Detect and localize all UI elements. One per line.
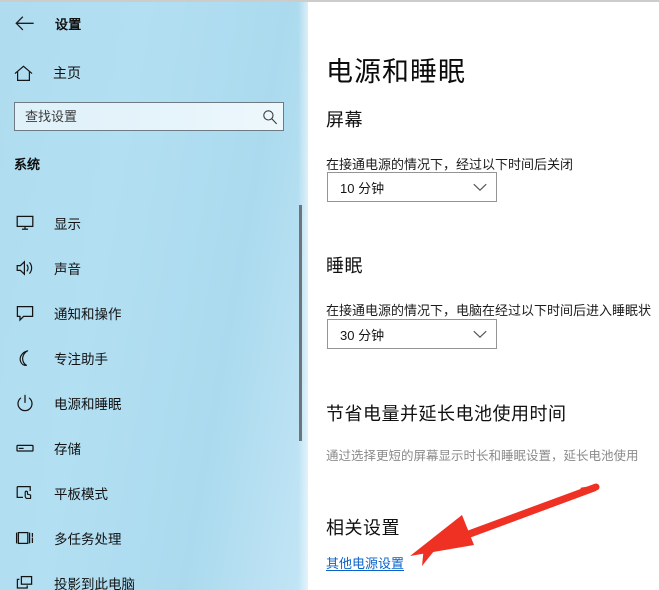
sidebar-scrollbar-thumb[interactable] bbox=[299, 205, 302, 441]
project-to-pc-icon bbox=[12, 571, 38, 590]
sidebar-header: 设置 bbox=[10, 9, 82, 37]
sidebar-item-focus-assist[interactable]: 专注助手 bbox=[0, 335, 296, 380]
speaker-icon bbox=[12, 256, 38, 280]
sidebar-item-multitasking[interactable]: 多任务处理 bbox=[0, 515, 296, 560]
screen-section-description: 在接通电源的情况下，经过以下时间后关闭 bbox=[326, 157, 574, 172]
sidebar-item-sound-label: 声音 bbox=[54, 261, 81, 277]
page-title: 电源和睡眠 bbox=[326, 57, 466, 87]
chevron-down-icon bbox=[473, 330, 487, 339]
battery-section-description: 通过选择更短的屏幕显示时长和睡眠设置，延长电池使用 bbox=[326, 449, 639, 463]
sidebar-item-tablet-mode-label: 平板模式 bbox=[54, 486, 108, 502]
sidebar-item-home-label: 主页 bbox=[53, 65, 81, 81]
settings-window: 设置 主页 系统 bbox=[0, 0, 659, 590]
battery-section-heading: 节省电量并延长电池使用时间 bbox=[326, 404, 567, 424]
sidebar-item-notifications-label: 通知和操作 bbox=[54, 306, 122, 322]
sidebar-item-power-sleep-label: 电源和睡眠 bbox=[54, 396, 122, 412]
sidebar-item-notifications[interactable]: 通知和操作 bbox=[0, 290, 296, 335]
sidebar-item-display-label: 显示 bbox=[54, 216, 81, 232]
chevron-down-icon bbox=[473, 183, 487, 192]
monitor-icon bbox=[12, 211, 38, 235]
screen-section-heading: 屏幕 bbox=[326, 110, 363, 130]
sidebar-group-title: 系统 bbox=[14, 157, 41, 172]
app-title: 设置 bbox=[55, 16, 82, 32]
search-icon[interactable] bbox=[257, 103, 283, 130]
related-section-heading: 相关设置 bbox=[326, 518, 400, 538]
multitasking-icon bbox=[12, 526, 38, 550]
sleep-timeout-dropdown[interactable]: 30 分钟 bbox=[327, 319, 497, 349]
sidebar-item-project-to-pc[interactable]: 投影到此电脑 bbox=[0, 560, 296, 590]
screen-timeout-value: 10 分钟 bbox=[340, 180, 385, 196]
sidebar-nav-list: 显示 声音 通知和操作 专注助手 电源和睡眠 存储 平板模式 多任务处理 投影到… bbox=[0, 200, 296, 590]
back-arrow-icon bbox=[14, 15, 34, 30]
search-box[interactable] bbox=[14, 102, 284, 131]
power-icon bbox=[12, 391, 38, 415]
search-input[interactable] bbox=[15, 103, 257, 130]
moon-icon bbox=[12, 346, 38, 370]
sidebar-item-sound[interactable]: 声音 bbox=[0, 245, 296, 290]
other-power-settings-link[interactable]: 其他电源设置 bbox=[326, 553, 404, 572]
tablet-mode-icon bbox=[12, 481, 38, 505]
screen-timeout-dropdown[interactable]: 10 分钟 bbox=[327, 172, 497, 202]
sidebar-item-storage[interactable]: 存储 bbox=[0, 425, 296, 470]
sidebar-item-multitasking-label: 多任务处理 bbox=[54, 531, 122, 547]
main-content: 电源和睡眠 屏幕 在接通电源的情况下，经过以下时间后关闭 10 分钟 睡眠 在接… bbox=[308, 2, 659, 590]
sidebar-item-home[interactable]: 主页 bbox=[10, 60, 81, 86]
back-button[interactable] bbox=[10, 10, 38, 36]
notification-balloon-icon bbox=[12, 301, 38, 325]
sidebar-item-project-to-pc-label: 投影到此电脑 bbox=[54, 576, 135, 590]
sidebar-item-focus-assist-label: 专注助手 bbox=[54, 351, 108, 367]
sidebar-item-display[interactable]: 显示 bbox=[0, 200, 296, 245]
sidebar-item-power-sleep[interactable]: 电源和睡眠 bbox=[0, 380, 296, 425]
storage-disk-icon bbox=[12, 436, 38, 460]
sidebar-item-storage-label: 存储 bbox=[54, 441, 81, 457]
sidebar: 设置 主页 系统 bbox=[0, 2, 308, 590]
sleep-section-description: 在接通电源的情况下，电脑在经过以下时间后进入睡眠状 bbox=[326, 303, 652, 318]
sidebar-item-tablet-mode[interactable]: 平板模式 bbox=[0, 470, 296, 515]
home-icon bbox=[10, 62, 36, 84]
sleep-section-heading: 睡眠 bbox=[326, 256, 363, 276]
sleep-timeout-value: 30 分钟 bbox=[340, 327, 385, 343]
